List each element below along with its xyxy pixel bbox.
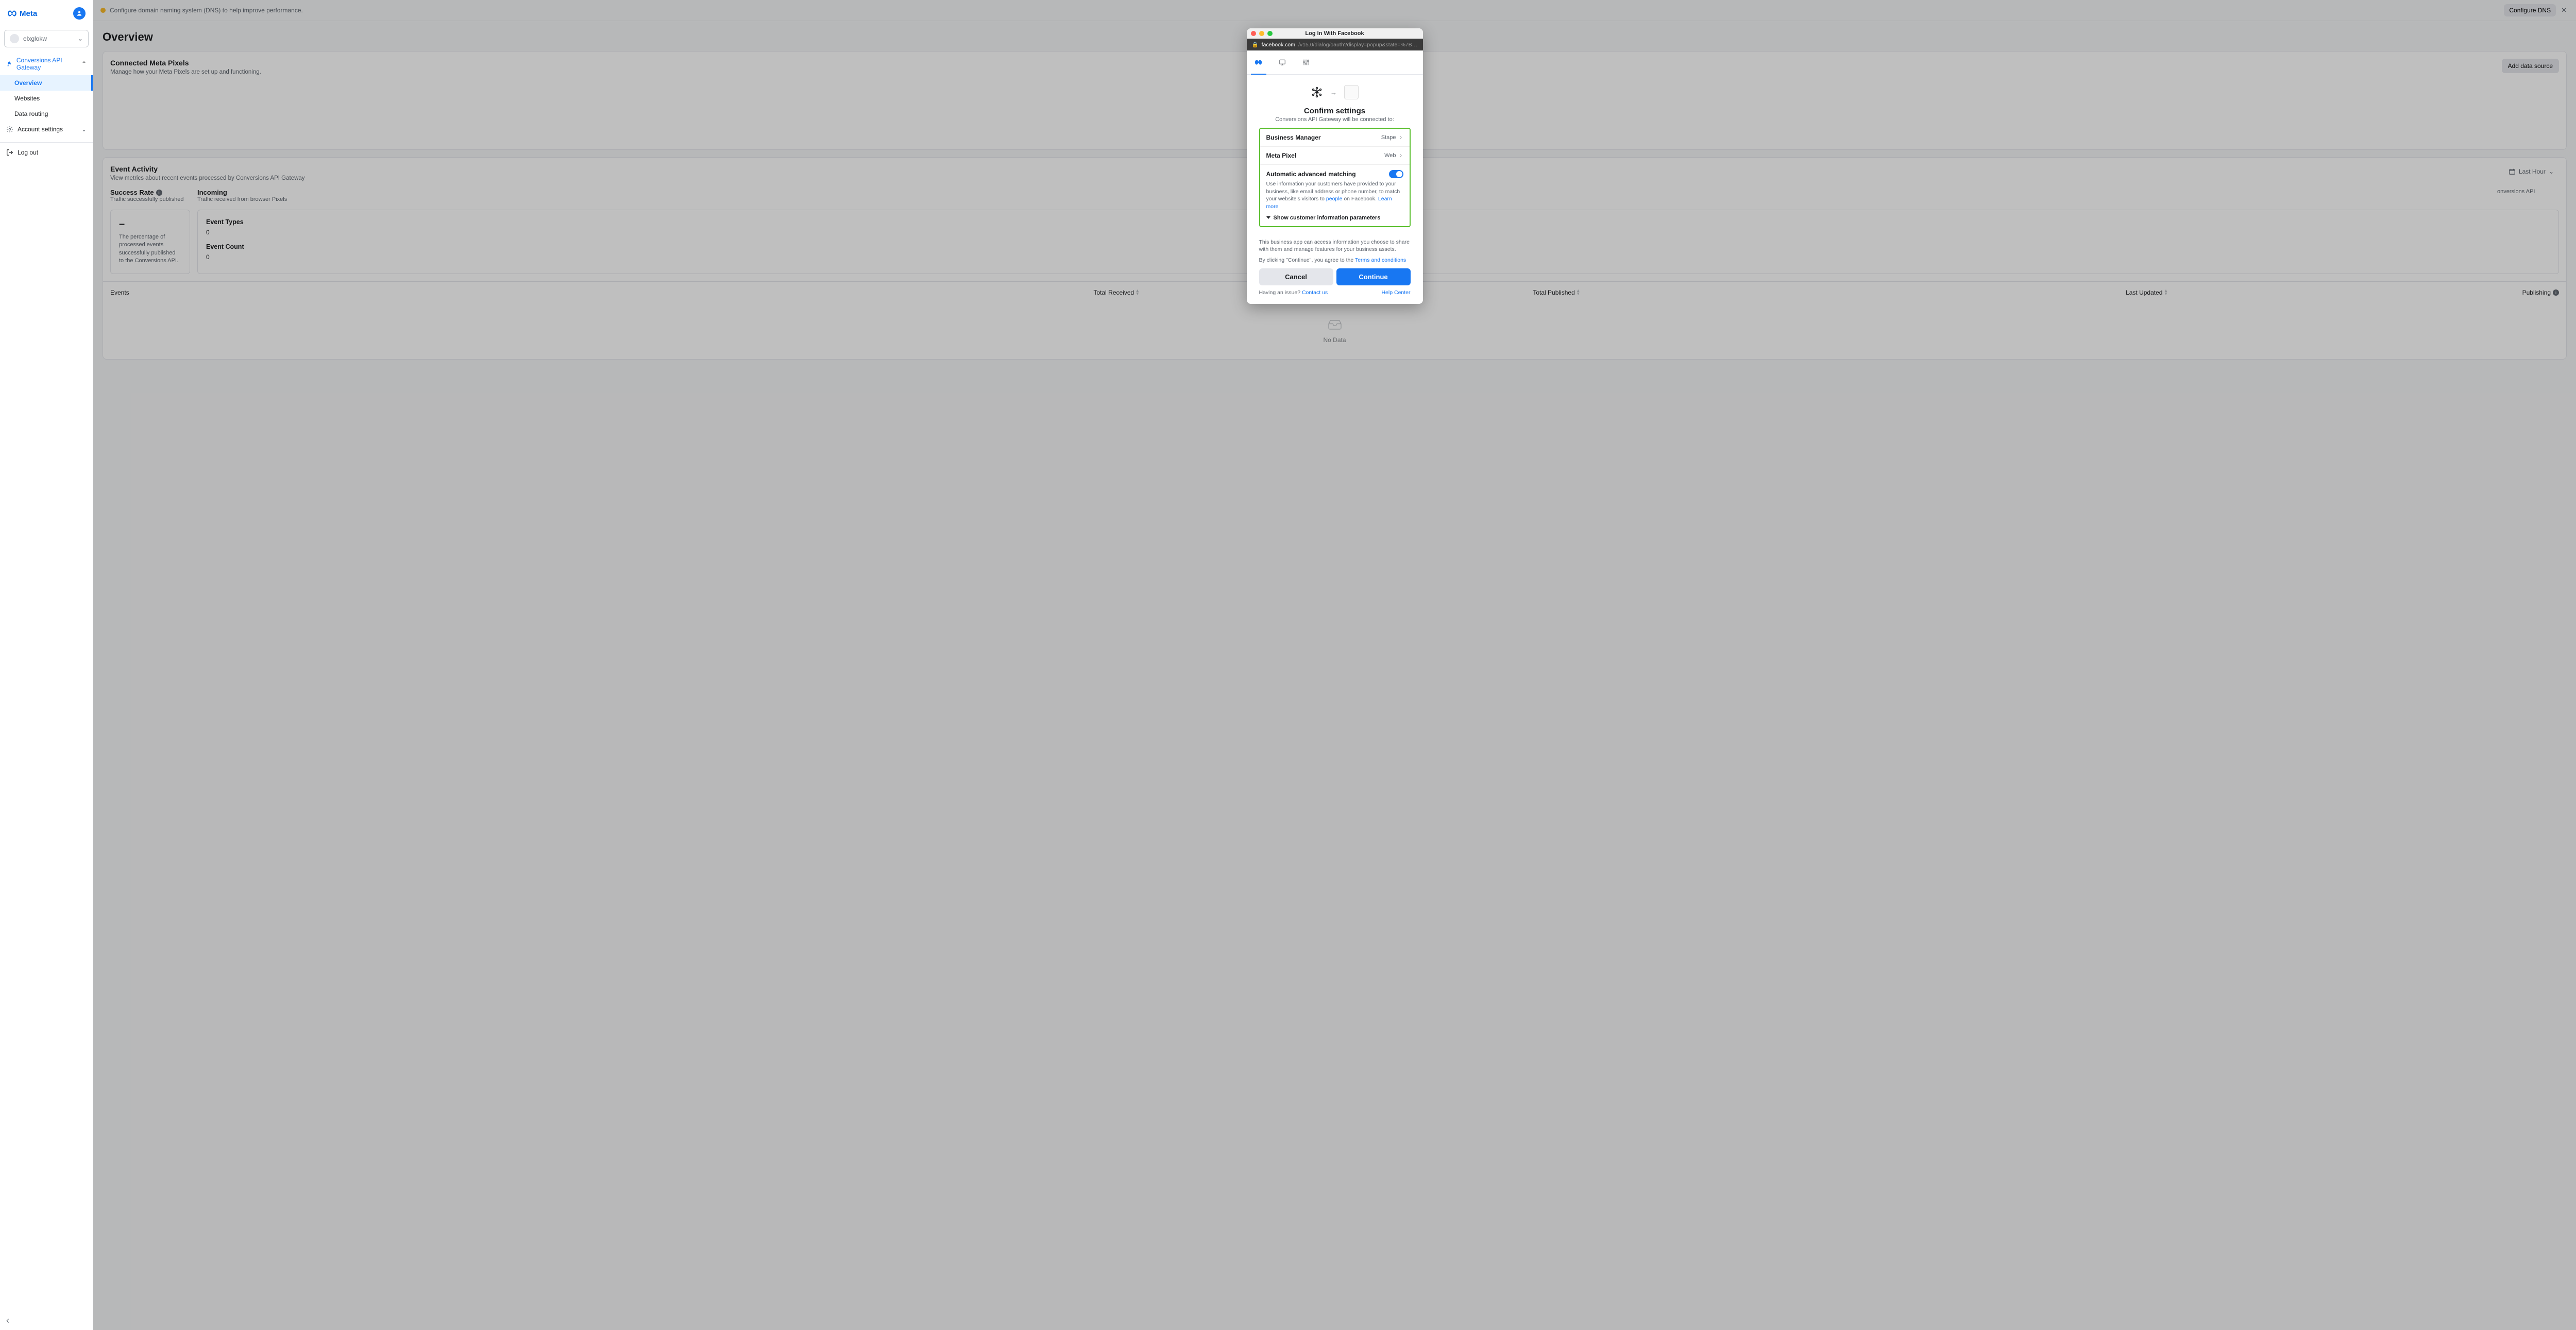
business-manager-row[interactable]: Business Manager Stape xyxy=(1260,129,1410,147)
sidebar: Meta elxglokw ⌄ Conversions API Gateway … xyxy=(0,0,93,1330)
nav-overview[interactable]: Overview xyxy=(0,75,93,91)
popup-titlebar: Log In With Facebook xyxy=(1247,28,1423,39)
account-settings-label: Account settings xyxy=(18,126,63,133)
tab-settings[interactable] xyxy=(1294,50,1318,74)
oauth-popup-window: Log In With Facebook 🔒 facebook.com/v15.… xyxy=(1247,28,1423,304)
nav-group-label: Conversions API Gateway xyxy=(16,57,77,71)
show-params-toggle[interactable]: Show customer information parameters xyxy=(1266,215,1403,221)
workspace-icon xyxy=(10,34,19,43)
sidebar-collapse[interactable] xyxy=(0,1313,93,1330)
people-link[interactable]: people xyxy=(1326,196,1343,202)
confirm-settings-title: Confirm settings xyxy=(1259,107,1411,115)
meta-logo[interactable]: Meta xyxy=(7,8,37,19)
minimize-window-icon[interactable] xyxy=(1259,31,1264,36)
advanced-matching-block: Automatic advanced matching Use informat… xyxy=(1260,165,1410,226)
url-domain: facebook.com xyxy=(1262,42,1295,48)
rocket-icon xyxy=(6,60,12,67)
continue-button[interactable]: Continue xyxy=(1336,268,1411,285)
url-path: /v15.0/dialog/oauth?display=popup&state=… xyxy=(1298,42,1418,48)
chevron-down-icon: ⌄ xyxy=(81,126,87,133)
window-traffic-lights[interactable] xyxy=(1251,31,1273,36)
disclaimer-access: This business app can access information… xyxy=(1259,238,1411,253)
target-app-placeholder xyxy=(1344,85,1359,99)
tab-meta[interactable] xyxy=(1247,50,1270,74)
user-icon xyxy=(76,10,83,17)
popup-tabs xyxy=(1247,50,1423,75)
meta-infinity-icon xyxy=(1255,58,1263,66)
modal-overlay: Log In With Facebook 🔒 facebook.com/v15.… xyxy=(93,0,2576,1330)
chevron-right-icon xyxy=(1398,135,1403,140)
main-content-area: Configure domain naming system (DNS) to … xyxy=(93,0,2576,1330)
maximize-window-icon[interactable] xyxy=(1267,31,1273,36)
chat-icon xyxy=(1278,58,1286,66)
brand-label: Meta xyxy=(20,9,37,18)
logout-button[interactable]: Log out xyxy=(0,143,93,162)
terms-link[interactable]: Terms and conditions xyxy=(1355,257,1406,263)
workspace-name: elxglokw xyxy=(23,35,73,42)
help-center-link[interactable]: Help Center xyxy=(1381,289,1410,296)
connection-diagram: → xyxy=(1259,85,1411,99)
aam-description: Use information your customers have prov… xyxy=(1266,180,1403,211)
nav-data-routing[interactable]: Data routing xyxy=(0,106,93,122)
nav-websites[interactable]: Websites xyxy=(0,91,93,106)
aam-toggle[interactable] xyxy=(1389,170,1403,178)
tab-chat[interactable] xyxy=(1270,50,1294,74)
chevron-down-icon: ⌄ xyxy=(77,35,83,43)
chevron-right-icon xyxy=(1398,153,1403,158)
confirm-settings-subtitle: Conversions API Gateway will be connecte… xyxy=(1259,116,1411,123)
disclaimer-terms: By clicking "Continue", you agree to the… xyxy=(1259,257,1411,264)
arrow-right-icon: → xyxy=(1330,89,1337,96)
cancel-button[interactable]: Cancel xyxy=(1259,268,1333,285)
nav-account-settings[interactable]: Account settings ⌄ xyxy=(0,122,93,137)
logout-label: Log out xyxy=(18,149,38,156)
logout-icon xyxy=(6,149,13,156)
show-params-label: Show customer information parameters xyxy=(1274,215,1381,221)
settings-highlight-box: Business Manager Stape Meta Pixel Web Au… xyxy=(1259,128,1411,227)
meta-pixel-label: Meta Pixel xyxy=(1266,152,1297,159)
business-manager-value: Stape xyxy=(1381,134,1396,141)
url-bar: 🔒 facebook.com/v15.0/dialog/oauth?displa… xyxy=(1247,39,1423,50)
contact-us-link[interactable]: Contact us xyxy=(1302,289,1328,296)
meta-pixel-value: Web xyxy=(1384,152,1396,159)
aam-title: Automatic advanced matching xyxy=(1266,170,1356,178)
gear-icon xyxy=(6,126,13,133)
issue-text: Having an issue? Contact us xyxy=(1259,289,1328,296)
chevron-up-icon: ⌃ xyxy=(81,60,87,67)
lock-icon: 🔒 xyxy=(1252,41,1259,48)
user-avatar[interactable] xyxy=(73,7,86,20)
popup-window-title: Log In With Facebook xyxy=(1247,30,1423,37)
caret-down-icon xyxy=(1266,216,1270,219)
workspace-selector[interactable]: elxglokw ⌄ xyxy=(4,30,89,47)
meta-pixel-row[interactable]: Meta Pixel Web xyxy=(1260,147,1410,165)
network-icon xyxy=(1311,86,1323,98)
nav-group-conversions-api[interactable]: Conversions API Gateway ⌃ xyxy=(0,53,93,75)
chevron-left-icon xyxy=(4,1317,11,1324)
meta-infinity-icon xyxy=(7,8,18,19)
sliders-icon xyxy=(1302,58,1310,66)
business-manager-label: Business Manager xyxy=(1266,134,1321,141)
close-window-icon[interactable] xyxy=(1251,31,1256,36)
